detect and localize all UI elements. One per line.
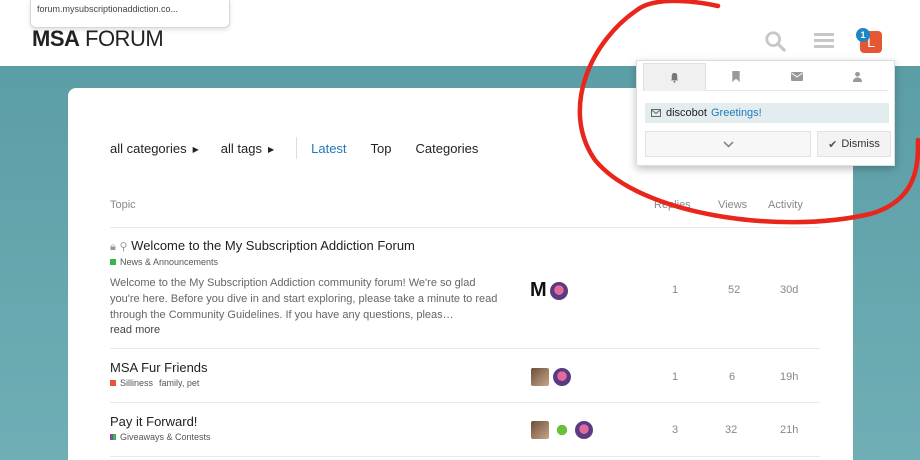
column-header-replies[interactable]: Replies xyxy=(654,199,691,211)
replies-count: 3 xyxy=(672,424,679,436)
url-tooltip: forum.mysubscriptionaddiction.co... xyxy=(30,0,230,28)
caret-right-icon: ▶ xyxy=(192,144,199,154)
category-color-swatch xyxy=(110,380,116,386)
category-color-swatch xyxy=(110,259,116,265)
table-row: 🔒︎ ⚲ Welcome to the My Subscription Addi… xyxy=(110,238,820,337)
tab-messages[interactable] xyxy=(766,63,828,91)
divider xyxy=(110,456,820,457)
avatar[interactable]: M xyxy=(530,279,547,302)
topic-title[interactable]: Welcome to the My Subscription Addiction… xyxy=(131,238,415,253)
column-header-topic[interactable]: Topic xyxy=(110,199,136,211)
check-icon: ✔ xyxy=(828,138,838,151)
envelope-icon xyxy=(651,109,661,117)
tags-dropdown[interactable]: all tags ▶ xyxy=(221,141,274,156)
activity-time[interactable]: 30d xyxy=(780,284,798,296)
topic-tags[interactable]: family, pet xyxy=(159,378,199,388)
user-icon xyxy=(853,71,863,82)
categories-dropdown[interactable]: all categories ▶ xyxy=(110,141,199,156)
caret-right-icon: ▶ xyxy=(267,144,275,154)
dismiss-button[interactable]: ✔ Dismiss xyxy=(817,131,891,157)
site-logo[interactable]: MSA FORUM xyxy=(32,26,164,52)
bookmark-icon xyxy=(732,71,740,82)
chevron-down-icon xyxy=(722,140,734,148)
divider xyxy=(110,227,820,228)
tab-top[interactable]: Top xyxy=(371,141,392,156)
notification-item[interactable]: discobot Greetings! xyxy=(645,103,889,123)
lock-icon: 🔒︎ xyxy=(110,241,116,253)
activity-time[interactable]: 21h xyxy=(780,424,798,436)
posters xyxy=(530,367,574,387)
avatar[interactable] xyxy=(552,420,572,440)
topic-title[interactable]: MSA Fur Friends xyxy=(110,360,820,375)
topic-title-row[interactable]: 🔒︎ ⚲ Welcome to the My Subscription Addi… xyxy=(110,238,820,254)
replies-count: 1 xyxy=(672,284,679,296)
category-badge[interactable]: Silliness family, pet xyxy=(110,378,820,388)
posters xyxy=(530,420,596,440)
read-more-link[interactable]: read more xyxy=(110,323,820,337)
table-row: MSA Fur Friends Silliness family, pet xyxy=(110,360,820,388)
tab-latest[interactable]: Latest xyxy=(311,141,346,156)
divider xyxy=(110,402,820,403)
navigation-bar: all categories ▶ all tags ▶ Latest Top Cat… xyxy=(110,137,502,159)
tab-categories[interactable]: Categories xyxy=(416,141,479,156)
notification-text: Greetings! xyxy=(710,107,762,119)
bell-icon xyxy=(670,72,679,83)
topic-excerpt: Welcome to the My Subscription Addiction… xyxy=(110,277,498,321)
avatar[interactable] xyxy=(548,280,569,301)
table-row: Pay it Forward! Giveaways & Contests xyxy=(110,414,820,442)
user-menu-button[interactable]: L 1 xyxy=(856,28,884,54)
envelope-icon xyxy=(790,72,803,81)
show-more-button[interactable] xyxy=(645,131,811,157)
category-badge[interactable]: Giveaways & Contests xyxy=(110,432,820,442)
pin-icon: ⚲ xyxy=(119,241,128,253)
replies-count: 1 xyxy=(672,371,679,383)
avatar[interactable] xyxy=(530,420,550,440)
views-count: 6 xyxy=(729,371,736,383)
search-icon[interactable] xyxy=(764,30,786,52)
tab-notifications[interactable] xyxy=(643,63,706,91)
views-count: 32 xyxy=(725,424,738,436)
category-color-swatch xyxy=(110,434,116,440)
column-header-views[interactable]: Views xyxy=(718,199,747,211)
category-badge[interactable]: News & Announcements xyxy=(110,257,820,267)
notification-count-badge: 1 xyxy=(856,28,870,42)
avatar[interactable] xyxy=(530,367,550,387)
avatar[interactable] xyxy=(574,420,594,440)
topic-title[interactable]: Pay it Forward! xyxy=(110,414,820,429)
tab-preferences[interactable] xyxy=(827,63,888,91)
posters: M xyxy=(530,279,571,302)
panel-tabs xyxy=(643,63,888,91)
tab-bookmarks[interactable] xyxy=(705,63,767,91)
avatar[interactable] xyxy=(552,367,572,387)
divider xyxy=(110,348,820,349)
hamburger-menu-icon[interactable] xyxy=(814,30,834,50)
activity-time[interactable]: 19h xyxy=(780,371,798,383)
notification-user: discobot xyxy=(666,107,707,119)
divider xyxy=(296,137,298,159)
user-notifications-panel: discobot Greetings! ✔ Dismiss xyxy=(636,60,895,166)
views-count: 52 xyxy=(728,284,741,296)
column-header-activity[interactable]: Activity xyxy=(768,199,803,211)
